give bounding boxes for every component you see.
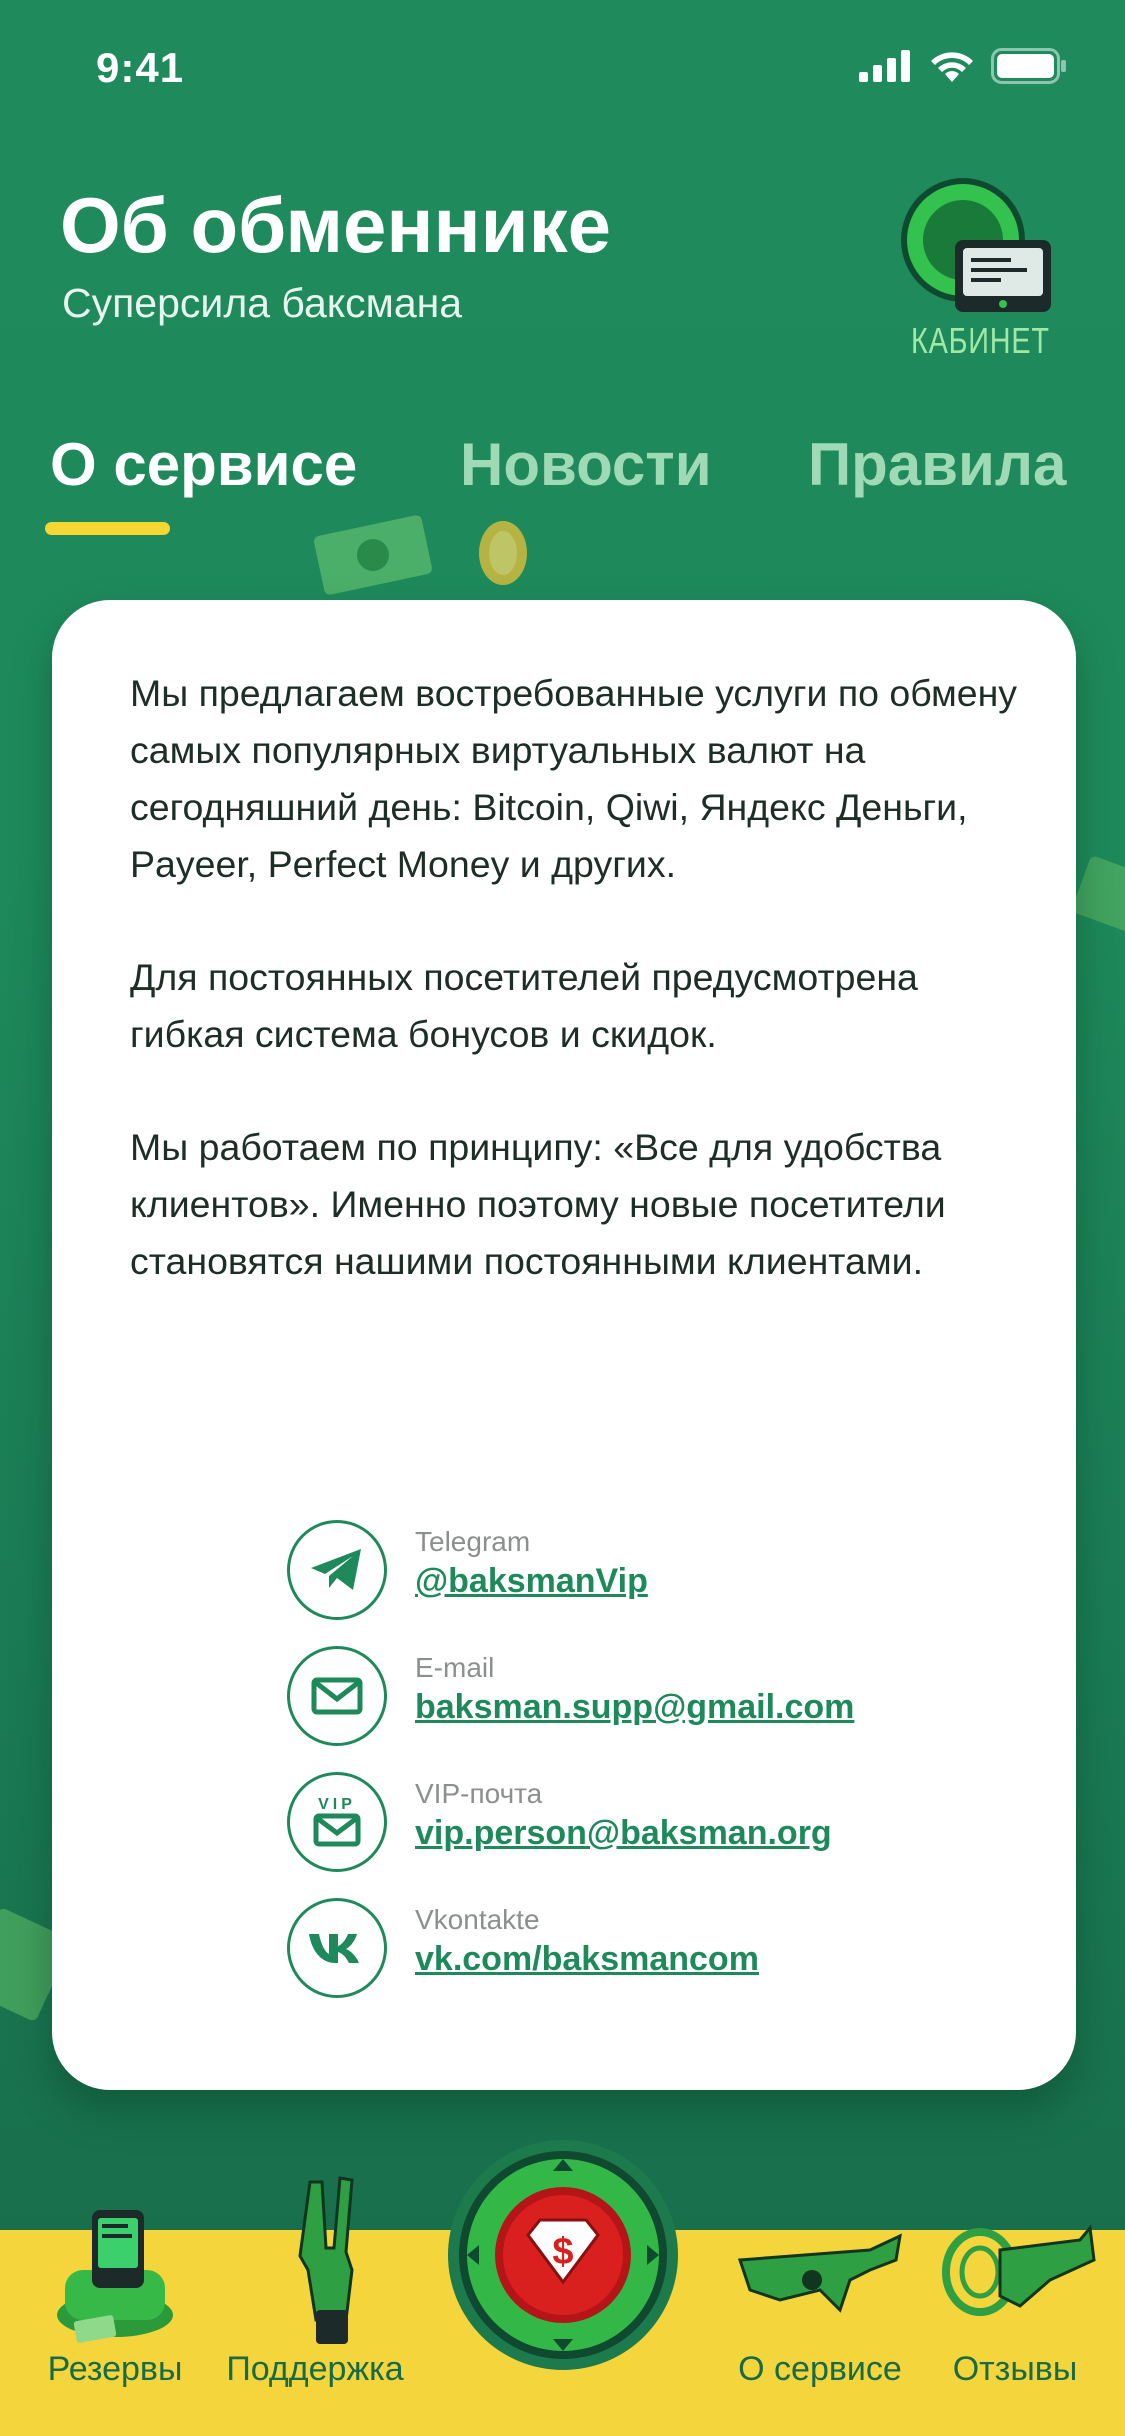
telegram-link[interactable]: @baksmanVip: [415, 1562, 648, 1601]
tab-bar: О сервисе Новости Правила: [0, 430, 1125, 550]
cabinet-icon: [901, 178, 1051, 312]
vk-link[interactable]: vk.com/baksmancom: [415, 1940, 759, 1979]
vk-icon: [287, 1898, 387, 1998]
battery-icon: [991, 48, 1066, 84]
tab-rules[interactable]: Правила: [808, 430, 1066, 499]
svg-text:$: $: [552, 2231, 573, 2273]
contact-label: VIP-почта: [415, 1778, 543, 1809]
active-tab-indicator: [45, 522, 170, 535]
support-icon: [298, 2176, 354, 2344]
reserves-icon: [57, 2210, 173, 2343]
about-icon: [737, 2233, 902, 2313]
nav-label: Поддержка: [226, 2350, 404, 2388]
about-paragraph: Мы предлагаем востребованные услуги по о…: [130, 672, 1018, 885]
status-time: 9:41: [96, 44, 185, 91]
nav-about[interactable]: О сервисе: [720, 2230, 920, 2388]
contact-label: E-mail: [415, 1652, 495, 1683]
about-text: Мы предлагаем востребованные услуги по о…: [130, 665, 1030, 1346]
about-paragraph: Для постоянных посетителей предусмотрена…: [130, 956, 918, 1055]
tab-news[interactable]: Новости: [460, 430, 712, 499]
tab-about[interactable]: О сервисе: [50, 430, 357, 499]
status-icons: [859, 48, 1067, 84]
home-button[interactable]: $: [448, 2140, 678, 2370]
page-title: Об обменнике: [60, 181, 611, 269]
superman-icon: $: [448, 2140, 678, 2370]
about-card: Мы предлагаем востребованные услуги по о…: [52, 600, 1076, 2090]
signal-icon: [859, 50, 910, 82]
contact-label: Vkontakte: [415, 1904, 540, 1935]
cabinet-button[interactable]: КАБИНЕТ: [895, 170, 1055, 370]
vip-icon-text: VIP: [318, 1796, 356, 1813]
nav-reserves[interactable]: Резервы: [30, 2200, 200, 2388]
nav-support[interactable]: Поддержка: [225, 2170, 405, 2388]
nav-label: Отзывы: [952, 2350, 1078, 2388]
cabinet-label: КАБИНЕТ: [911, 320, 1050, 361]
nav-label: Резервы: [47, 2350, 183, 2388]
vip-mail-icon: VIP: [287, 1772, 387, 1872]
screen: 9:41 Об обменнике Суперсила баксмана КАБ…: [0, 0, 1125, 2436]
nav-reviews[interactable]: Отзывы: [930, 2220, 1100, 2388]
contact-label: Telegram: [415, 1526, 531, 1557]
nav-label: О сервисе: [738, 2350, 902, 2388]
email-link[interactable]: baksman.supp@gmail.com: [415, 1688, 854, 1727]
telegram-icon: [287, 1520, 387, 1620]
wifi-icon: [931, 52, 973, 82]
page-subtitle: Суперсила баксмана: [62, 280, 463, 326]
vip-mail-link[interactable]: vip.person@baksman.org: [415, 1814, 832, 1853]
mail-icon: [287, 1646, 387, 1746]
about-paragraph: Мы работаем по принципу: «Все для удобст…: [130, 1126, 946, 1282]
reviews-icon: [942, 2224, 1096, 2316]
